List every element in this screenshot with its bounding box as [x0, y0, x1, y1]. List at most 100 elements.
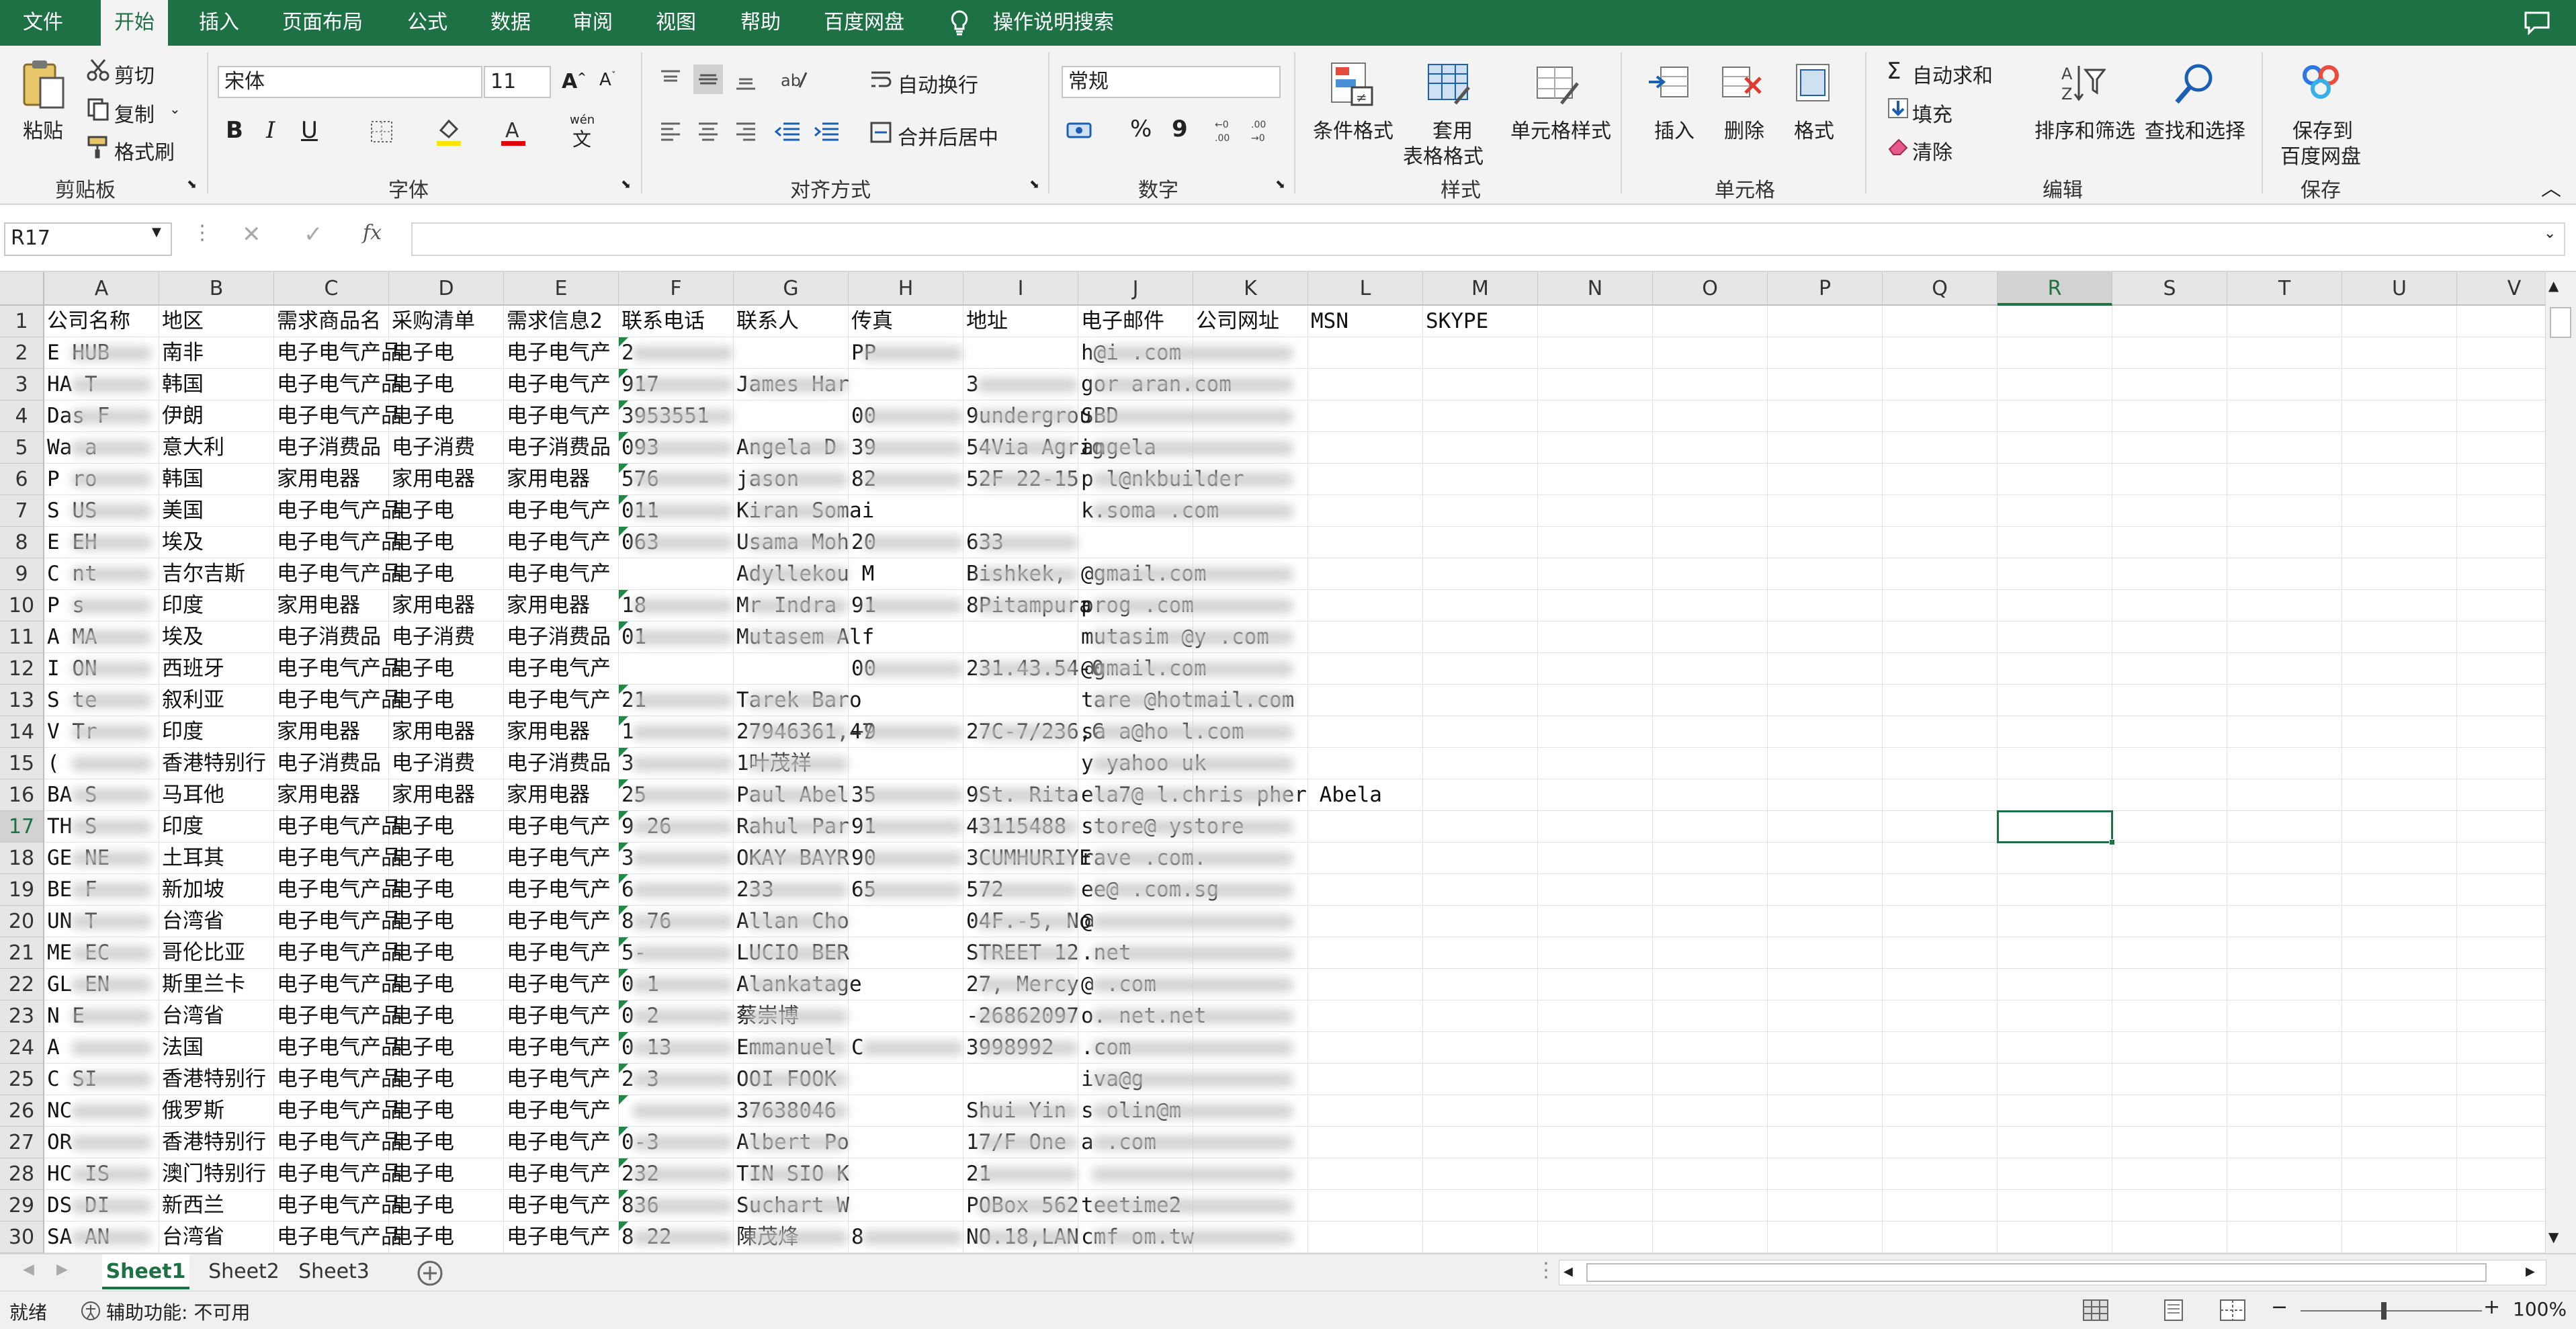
cell-L1[interactable]: MSN	[1308, 306, 1348, 337]
row-header-11[interactable]: 11	[0, 621, 44, 653]
cell-B19[interactable]: 新加坡	[159, 874, 224, 905]
cell-E12[interactable]: 电子电气产	[504, 653, 611, 684]
row-header-18[interactable]: 18	[0, 843, 44, 874]
format-cells-button[interactable]: 格式	[1794, 114, 1834, 144]
cell-B27[interactable]: 香港特别行	[159, 1127, 266, 1158]
cell-E11[interactable]: 电子消费品	[504, 621, 611, 652]
cell-D13[interactable]: 电子电	[389, 685, 454, 716]
cell-F1[interactable]: 联系电话	[619, 306, 705, 337]
column-header-U[interactable]: U	[2342, 272, 2457, 306]
decrease-decimal-icon[interactable]: .00 →0	[1248, 117, 1275, 146]
save-baidu-label-2[interactable]: 百度网盘	[2280, 140, 2361, 169]
cell-C2[interactable]: 电子电气产品	[274, 337, 402, 368]
autosum-button[interactable]: 自动求和	[1912, 59, 1993, 89]
cell-B3[interactable]: 韩国	[159, 369, 204, 400]
row-header-24[interactable]: 24	[0, 1032, 44, 1064]
cell-C27[interactable]: 电子电气产品	[274, 1127, 402, 1158]
cell-C28[interactable]: 电子电气产品	[274, 1158, 402, 1189]
cell-C23[interactable]: 电子电气产品	[274, 1000, 402, 1031]
grow-font-icon[interactable]: A^	[562, 70, 587, 93]
cell-C12[interactable]: 电子电气产品	[274, 653, 402, 684]
horizontal-scroll-thumb[interactable]	[1586, 1263, 2487, 1282]
cell-D19[interactable]: 电子电	[389, 874, 454, 905]
row-header-25[interactable]: 25	[0, 1064, 44, 1095]
cell-A27[interactable]: OR	[44, 1127, 72, 1158]
cell-B20[interactable]: 台湾省	[159, 906, 224, 937]
cell-C14[interactable]: 家用电器	[274, 716, 360, 747]
tell-me-search[interactable]: 操作说明搜索	[993, 0, 1114, 46]
font-family-select[interactable]: 宋体	[218, 66, 482, 98]
cell-D15[interactable]: 电子消费	[389, 748, 475, 779]
cell-D2[interactable]: 电子电	[389, 337, 454, 368]
cell-E7[interactable]: 电子电气产	[504, 495, 611, 526]
cell-A26[interactable]: NC	[44, 1095, 72, 1126]
cell-C4[interactable]: 电子电气产品	[274, 400, 402, 431]
cell-D6[interactable]: 家用电器	[389, 464, 475, 495]
sheet-tab-3[interactable]: Sheet3	[290, 1254, 378, 1289]
cell-E13[interactable]: 电子电气产	[504, 685, 611, 716]
increase-decimal-icon[interactable]: ←0.00	[1212, 117, 1239, 146]
row-header-13[interactable]: 13	[0, 685, 44, 716]
column-header-R[interactable]: R	[1998, 272, 2112, 306]
cell-D11[interactable]: 电子消费	[389, 621, 475, 652]
cell-D4[interactable]: 电子电	[389, 400, 454, 431]
bold-button[interactable]: B	[226, 117, 243, 144]
cell-E16[interactable]: 家用电器	[504, 779, 590, 810]
row-header-6[interactable]: 6	[0, 464, 44, 495]
increase-indent-icon[interactable]	[813, 120, 840, 146]
menu-file[interactable]: 文件	[23, 0, 63, 46]
row-header-10[interactable]: 10	[0, 590, 44, 621]
cell-E20[interactable]: 电子电气产	[504, 906, 611, 937]
copy-dropdown-icon[interactable]: ⌄	[169, 101, 181, 117]
cell-E26[interactable]: 电子电气产	[504, 1095, 611, 1126]
cell-C21[interactable]: 电子电气产品	[274, 937, 402, 968]
align-center-icon[interactable]	[696, 120, 720, 146]
normal-view-icon[interactable]	[2081, 1298, 2110, 1325]
cell-B13[interactable]: 叙利亚	[159, 685, 224, 716]
cell-D25[interactable]: 电子电	[389, 1064, 454, 1095]
cell-C22[interactable]: 电子电气产品	[274, 969, 402, 1000]
cell-E10[interactable]: 家用电器	[504, 590, 590, 621]
cell-C16[interactable]: 家用电器	[274, 779, 360, 810]
fill-button[interactable]: 填充	[1912, 98, 1952, 128]
cell-B28[interactable]: 澳门特别行	[159, 1158, 266, 1189]
cell-E15[interactable]: 电子消费品	[504, 748, 611, 779]
add-sheet-icon[interactable]	[417, 1260, 443, 1289]
cell-E14[interactable]: 家用电器	[504, 716, 590, 747]
name-box-dropdown-icon[interactable]: ▼	[152, 225, 161, 239]
font-size-select[interactable]: 11	[484, 66, 551, 98]
cell-D18[interactable]: 电子电	[389, 843, 454, 873]
scroll-down-icon[interactable]: ▼	[2548, 1229, 2559, 1245]
vertical-scroll-thumb[interactable]	[2550, 307, 2571, 338]
sheet-tab-2[interactable]: Sheet2	[200, 1254, 288, 1289]
column-header-G[interactable]: G	[734, 272, 849, 306]
formula-input[interactable]	[411, 222, 2565, 256]
wrap-text-button[interactable]: 自动换行	[898, 69, 978, 98]
cell-B24[interactable]: 法国	[159, 1032, 204, 1063]
find-select-button[interactable]: 查找和选择	[2145, 114, 2245, 144]
vertical-scrollbar[interactable]: ▲ ▼	[2545, 272, 2576, 1253]
clear-button[interactable]: 清除	[1912, 136, 1952, 165]
cell-D30[interactable]: 电子电	[389, 1221, 454, 1252]
cell-E9[interactable]: 电子电气产	[504, 558, 611, 589]
menu-view[interactable]: 视图	[656, 0, 696, 46]
cell-B1[interactable]: 地区	[159, 306, 204, 337]
shrink-font-icon[interactable]: Aˇ	[599, 70, 616, 90]
cell-D26[interactable]: 电子电	[389, 1095, 454, 1126]
zoom-slider[interactable]	[2301, 1310, 2482, 1312]
cell-D27[interactable]: 电子电	[389, 1127, 454, 1158]
row-header-7[interactable]: 7	[0, 495, 44, 527]
cell-E27[interactable]: 电子电气产	[504, 1127, 611, 1158]
row-header-9[interactable]: 9	[0, 558, 44, 590]
cell-E29[interactable]: 电子电气产	[504, 1190, 611, 1221]
column-header-D[interactable]: D	[389, 272, 504, 306]
font-color-icon[interactable]: A	[500, 117, 527, 149]
prev-sheet-icon[interactable]: ◀	[23, 1261, 34, 1278]
row-header-21[interactable]: 21	[0, 937, 44, 969]
column-header-L[interactable]: L	[1308, 272, 1423, 306]
cell-D12[interactable]: 电子电	[389, 653, 454, 684]
paste-icon[interactable]	[20, 58, 67, 114]
menu-page-layout[interactable]: 页面布局	[282, 0, 363, 46]
cell-E30[interactable]: 电子电气产	[504, 1221, 611, 1252]
cell-B9[interactable]: 吉尔吉斯	[159, 558, 245, 589]
